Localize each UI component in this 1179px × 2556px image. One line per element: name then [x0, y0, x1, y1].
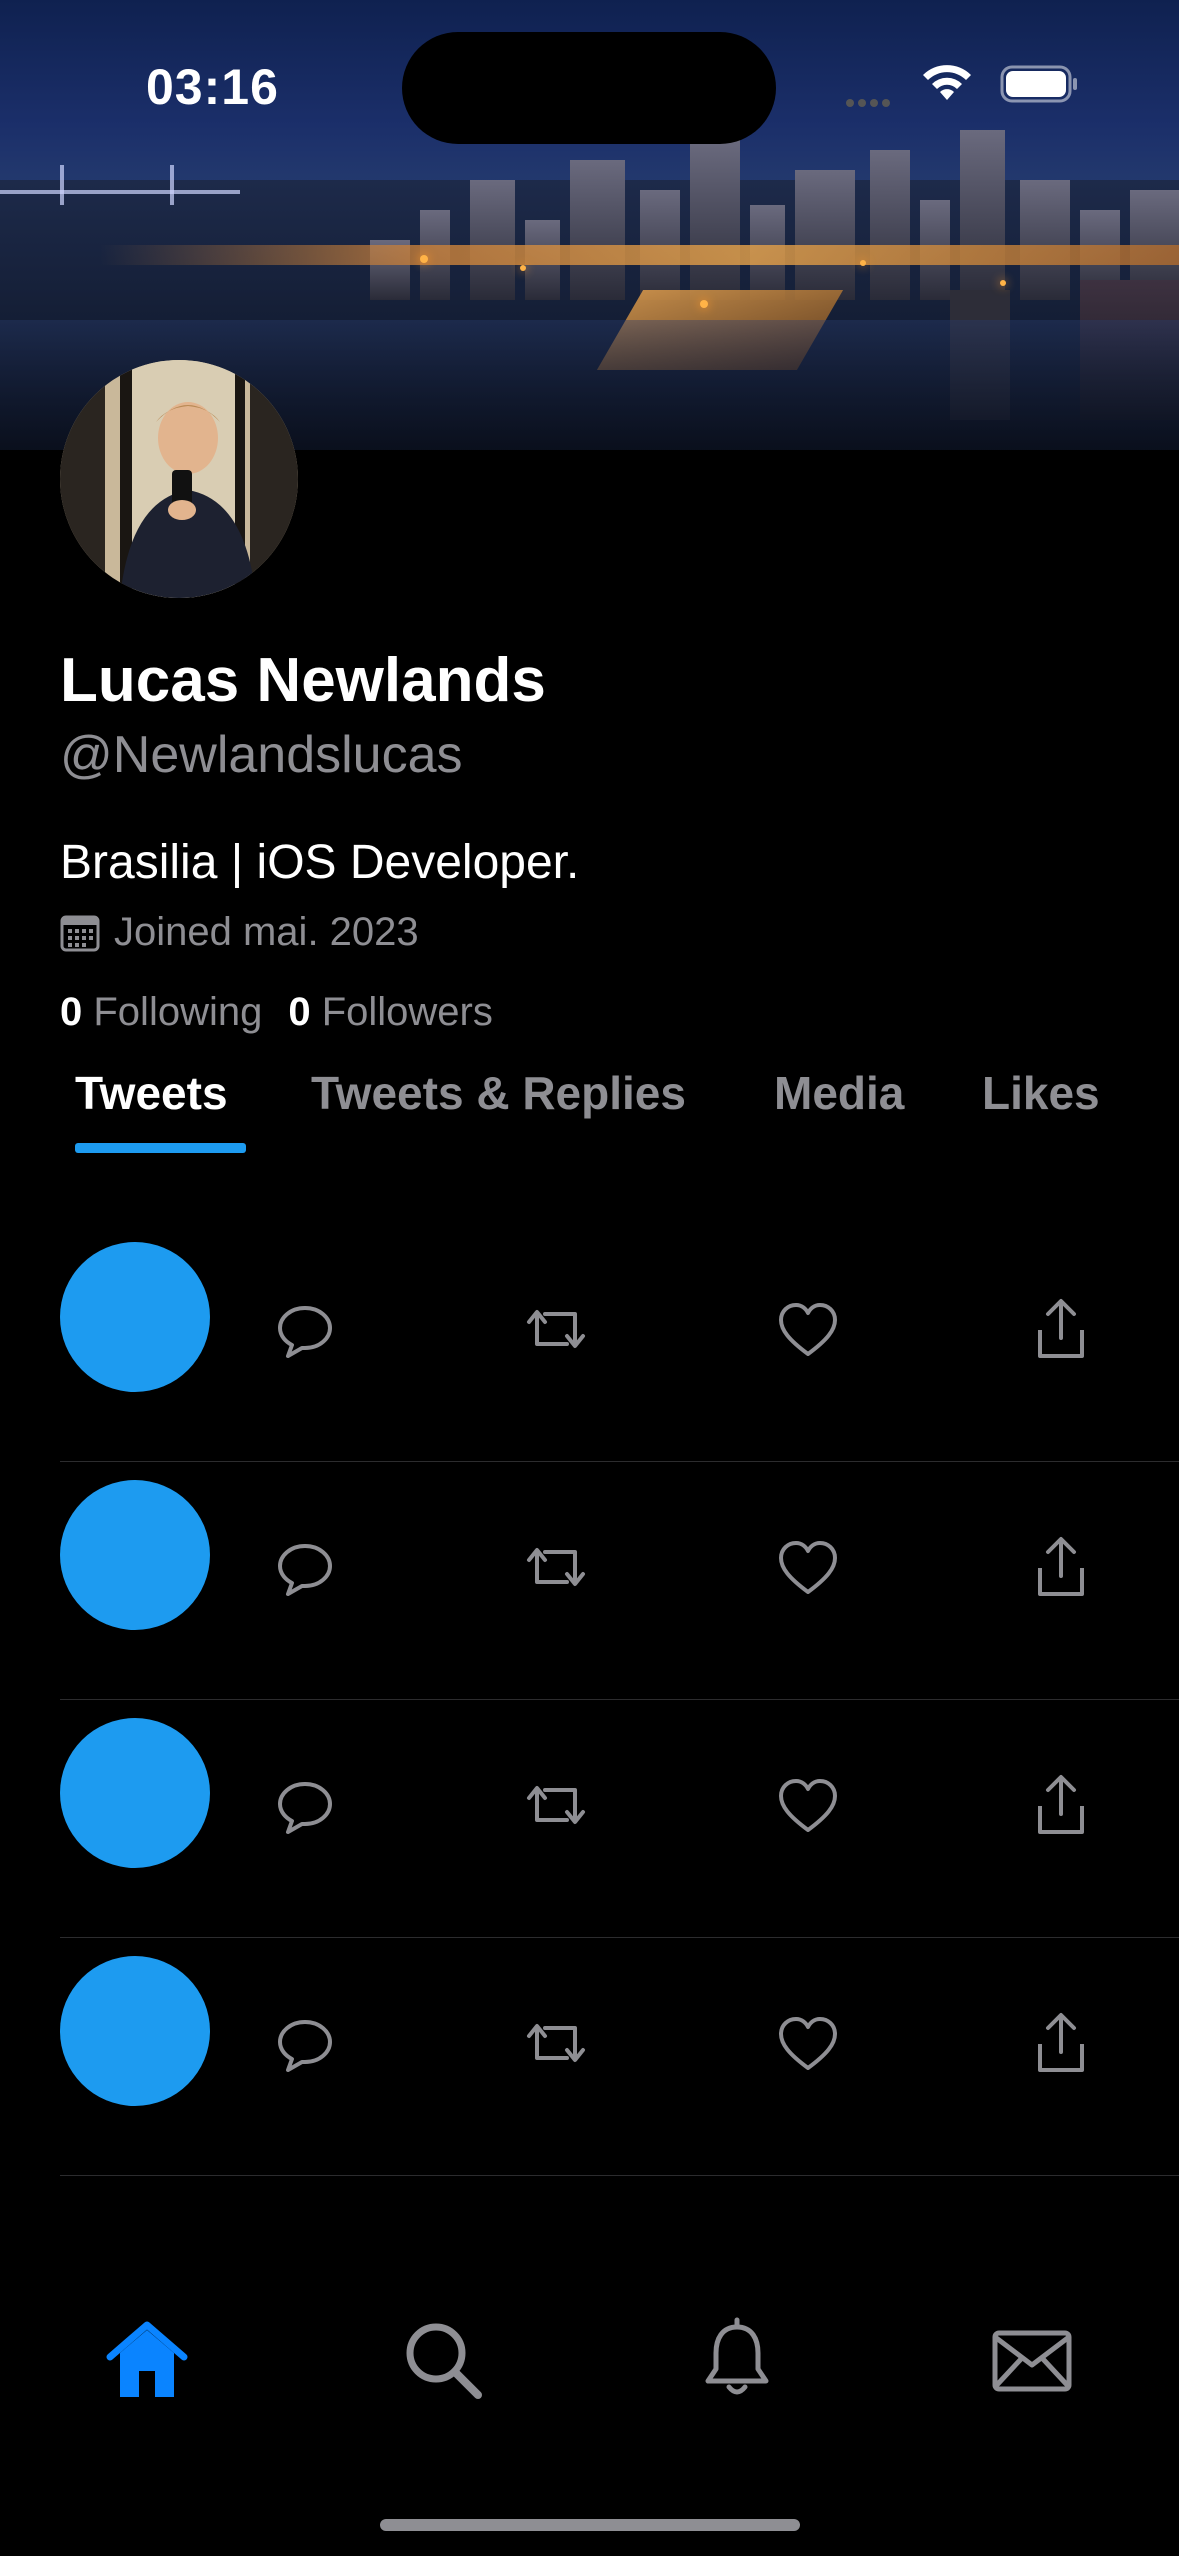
home-icon[interactable]	[102, 2315, 192, 2405]
follow-stats: 0 Following 0 Followers	[60, 990, 493, 1035]
row-divider	[60, 2175, 1179, 2176]
profile-name: Lucas Newlands	[60, 646, 546, 715]
profile-bio: Brasilia | iOS Developer.	[60, 836, 580, 889]
share-icon[interactable]	[1026, 1532, 1096, 1602]
tab-active-indicator	[75, 1143, 246, 1153]
following-count: 0	[60, 990, 83, 1034]
reply-icon[interactable]	[270, 1294, 340, 1364]
battery-icon	[1000, 65, 1077, 103]
joined-text: Joined mai. 2023	[114, 910, 419, 954]
like-icon[interactable]	[773, 1532, 843, 1602]
retweet-icon[interactable]	[521, 2008, 591, 2078]
calendar-icon	[60, 915, 100, 951]
retweet-icon[interactable]	[521, 1294, 591, 1364]
tweet-row[interactable]	[0, 1938, 1179, 2176]
signal-dots	[846, 96, 890, 114]
profile-avatar[interactable]	[60, 360, 298, 598]
tweet-avatar[interactable]	[60, 1480, 210, 1630]
dynamic-island	[402, 32, 776, 144]
joined-date: Joined mai. 2023	[60, 910, 419, 955]
following-label: Following	[93, 990, 263, 1034]
tweet-row[interactable]	[0, 1700, 1179, 1938]
bell-icon[interactable]	[692, 2315, 782, 2405]
retweet-icon[interactable]	[521, 1770, 591, 1840]
following-link[interactable]: 0 Following	[60, 990, 262, 1035]
tab-tweets[interactable]: Tweets	[75, 1066, 228, 1120]
wifi-icon	[923, 65, 971, 100]
reply-icon[interactable]	[270, 2008, 340, 2078]
reply-icon[interactable]	[270, 1532, 340, 1602]
tab-likes[interactable]: Likes	[982, 1066, 1100, 1120]
search-icon[interactable]	[398, 2315, 488, 2405]
reply-icon[interactable]	[270, 1770, 340, 1840]
mail-icon[interactable]	[987, 2315, 1077, 2405]
home-indicator	[380, 2519, 800, 2531]
tab-tweets-replies[interactable]: Tweets & Replies	[311, 1066, 686, 1120]
followers-label: Followers	[321, 990, 493, 1034]
tweet-avatar[interactable]	[60, 1242, 210, 1392]
like-icon[interactable]	[773, 1770, 843, 1840]
tweet-row[interactable]	[0, 1462, 1179, 1700]
followers-link[interactable]: 0 Followers	[288, 990, 493, 1035]
profile-handle: @Newlandslucas	[60, 726, 463, 784]
retweet-icon[interactable]	[521, 1532, 591, 1602]
share-icon[interactable]	[1026, 1294, 1096, 1364]
tab-media[interactable]: Media	[774, 1066, 904, 1120]
like-icon[interactable]	[773, 1294, 843, 1364]
followers-count: 0	[288, 990, 311, 1034]
status-time: 03:16	[146, 59, 279, 115]
share-icon[interactable]	[1026, 1770, 1096, 1840]
tweet-avatar[interactable]	[60, 1718, 210, 1868]
tweet-row[interactable]	[0, 1224, 1179, 1462]
share-icon[interactable]	[1026, 2008, 1096, 2078]
tweet-avatar[interactable]	[60, 1956, 210, 2106]
like-icon[interactable]	[773, 2008, 843, 2078]
